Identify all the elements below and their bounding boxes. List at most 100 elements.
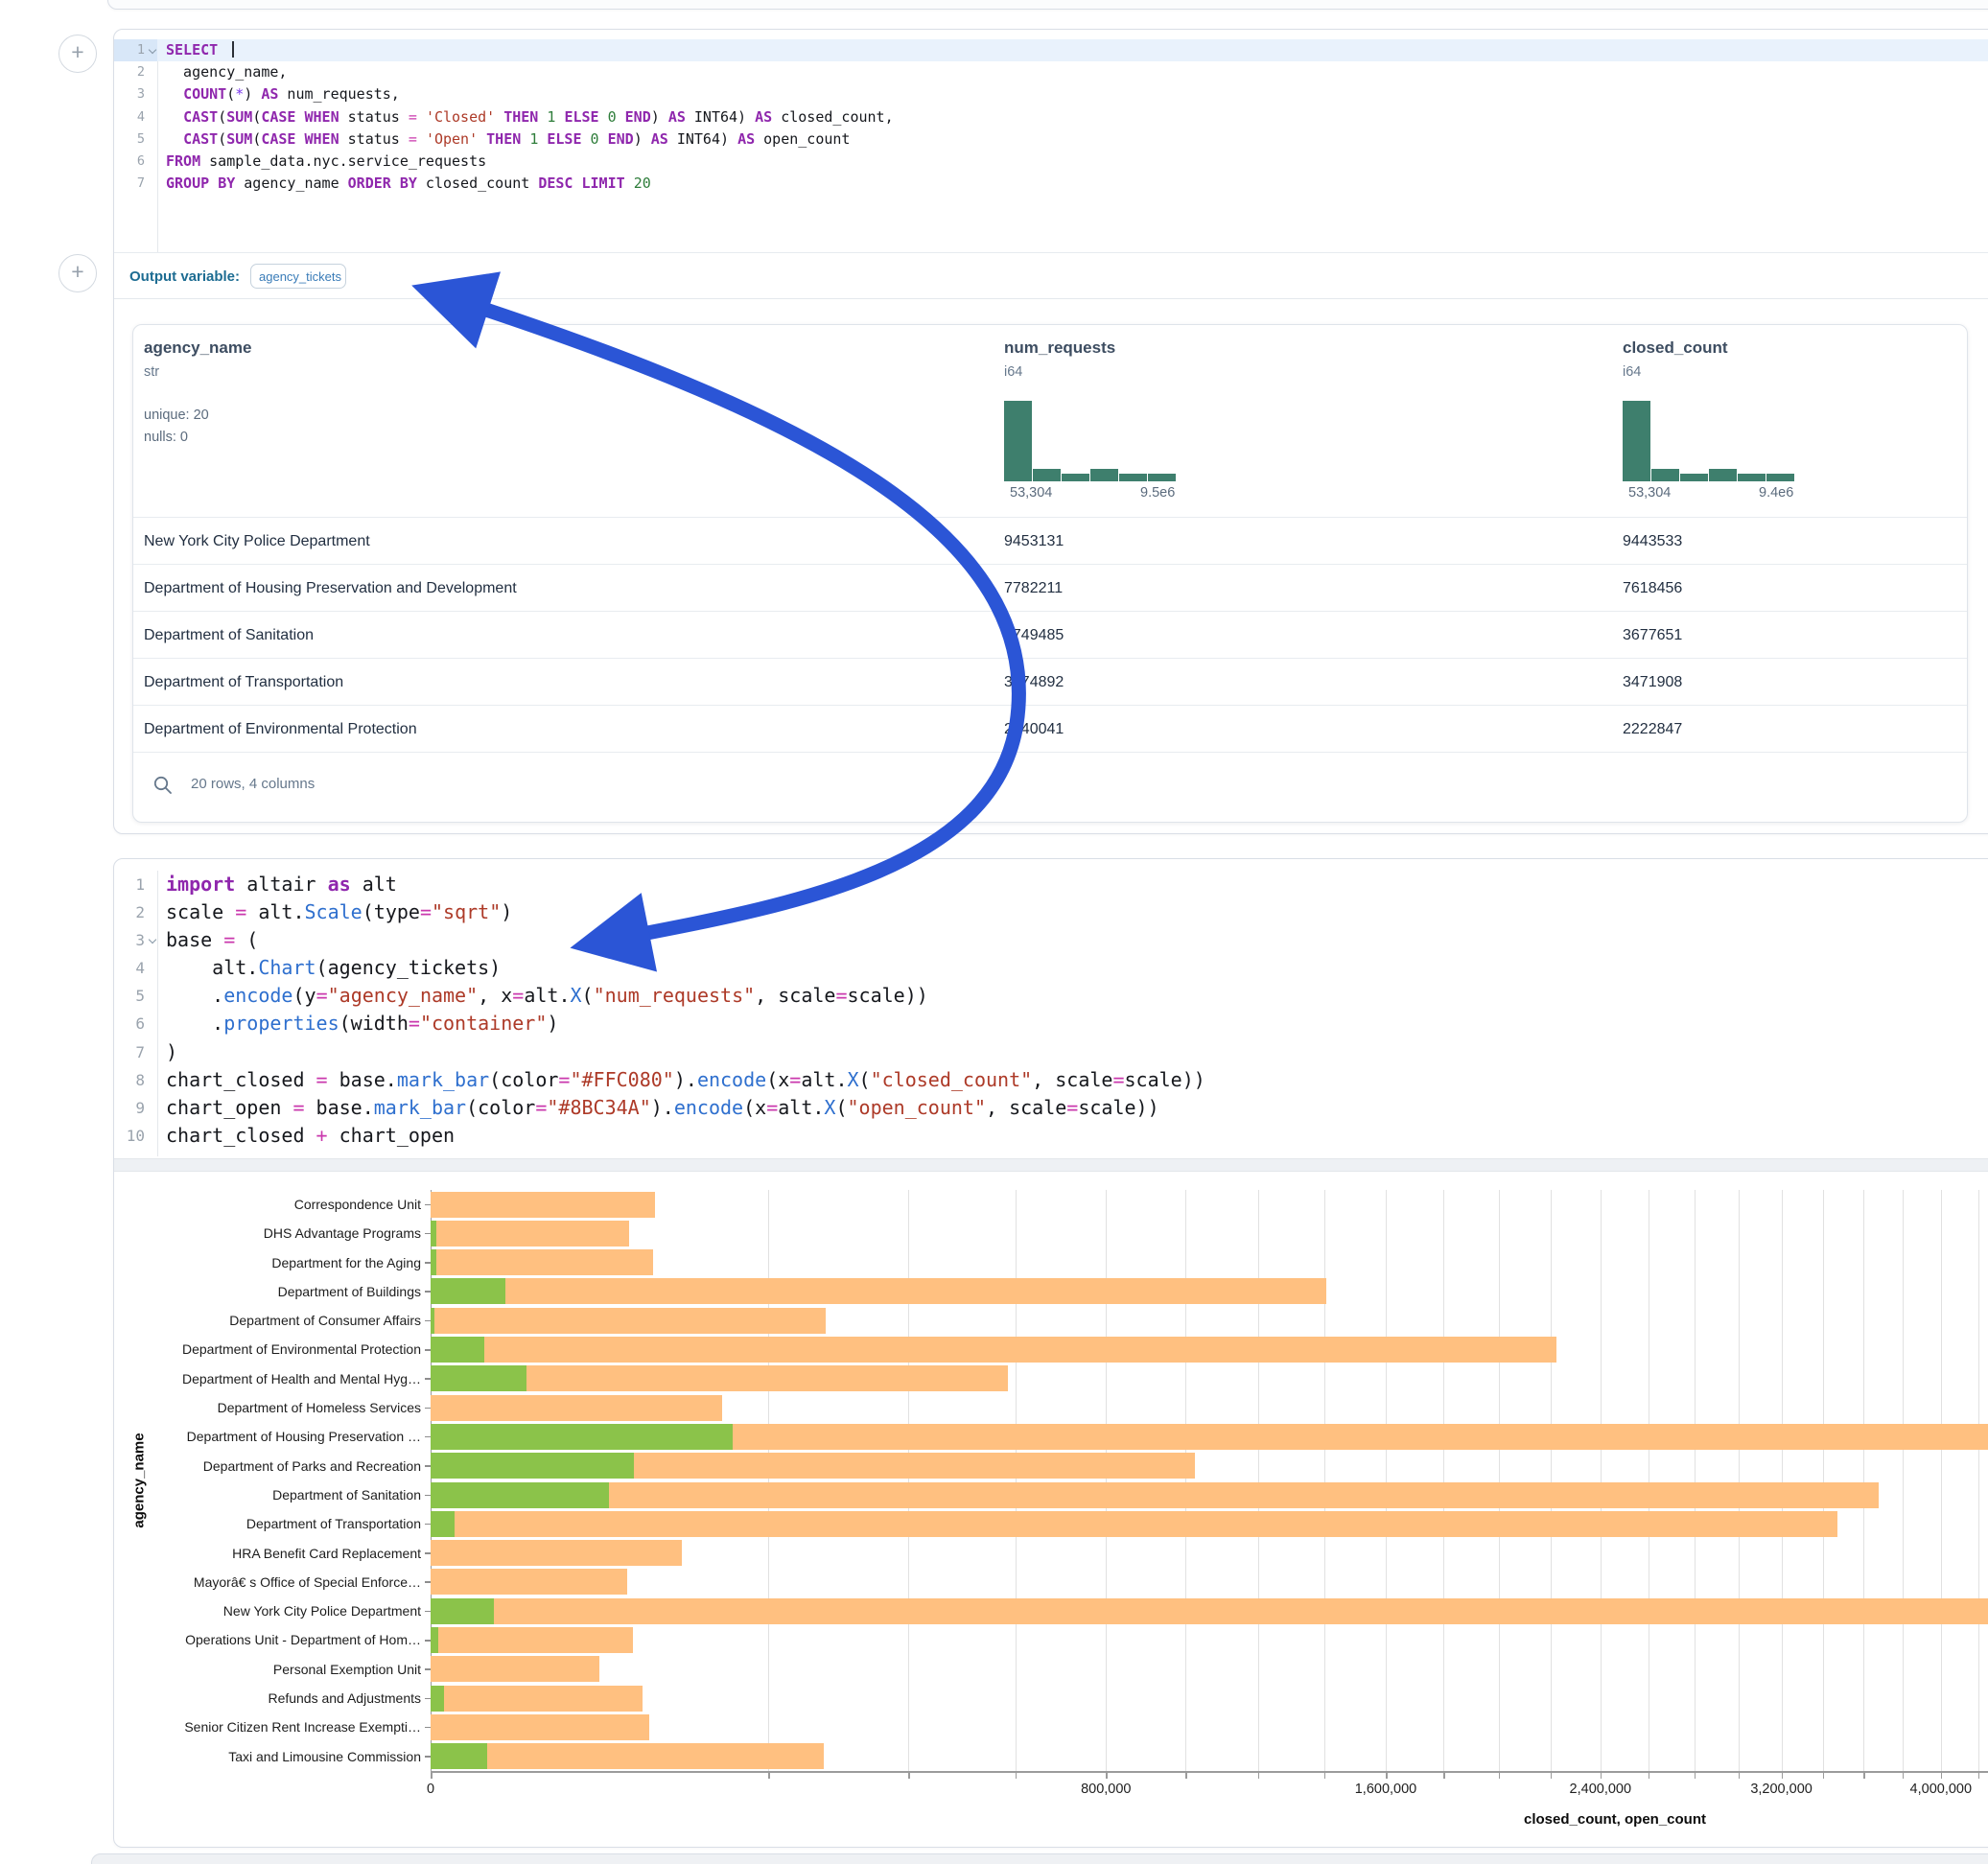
- table-cell: 9453131: [1004, 518, 1064, 565]
- code-line[interactable]: 3 COUNT(*) AS num_requests,: [114, 83, 1988, 105]
- y-axis-label: Personal Exemption Unit: [126, 1655, 421, 1684]
- table-row[interactable]: New York City Police Department945313194…: [133, 517, 1967, 565]
- chart-row: HRA Benefit Card Replacement: [126, 1539, 1988, 1568]
- closed-count-bar: [431, 1221, 629, 1247]
- line-number: 2: [114, 898, 157, 926]
- sql-cell: 1SELECT 2 agency_name,3 COUNT(*) AS num_…: [113, 29, 1988, 834]
- code-line[interactable]: 8chart_closed = base.mark_bar(color="#FF…: [114, 1066, 1988, 1094]
- code-line[interactable]: 3base = (: [114, 926, 1988, 954]
- y-axis-label: Taxi and Limousine Commission: [126, 1742, 421, 1771]
- open-count-bar: [431, 1278, 505, 1304]
- table-cell: Department of Transportation: [144, 659, 959, 706]
- closed-count-bar: [431, 1743, 824, 1769]
- line-number: 7: [114, 173, 157, 195]
- table-row[interactable]: Department of Sanitation37494853677651: [133, 611, 1967, 659]
- chart-row: Correspondence Unit: [126, 1190, 1988, 1219]
- closed-count-bar: [431, 1511, 1837, 1537]
- output-variable-chip[interactable]: agency_tickets: [250, 264, 346, 289]
- column-header[interactable]: num_requestsi6453,3049.5e6: [1004, 338, 1196, 504]
- histogram-bar: [1148, 474, 1176, 481]
- open-count-bar: [431, 1424, 733, 1450]
- closed-count-bar: [431, 1482, 1879, 1508]
- y-axis-label: Correspondence Unit: [126, 1190, 421, 1219]
- closed-count-bar: [431, 1714, 649, 1740]
- notebook-page: + + 1SELECT 2 agency_name,3 COUNT(*) AS …: [0, 0, 1988, 1864]
- closed-count-bar: [431, 1569, 627, 1595]
- add-cell-button[interactable]: +: [58, 35, 97, 73]
- chart-row: Department of Buildings: [126, 1277, 1988, 1306]
- code-line[interactable]: 4 CAST(SUM(CASE WHEN status = 'Closed' T…: [114, 106, 1988, 128]
- table-cell: Department of Housing Preservation and D…: [144, 565, 959, 612]
- table-cell: 7782211: [1004, 565, 1063, 612]
- code-line[interactable]: 6FROM sample_data.nyc.service_requests: [114, 151, 1988, 173]
- line-number: 3: [114, 926, 157, 954]
- histogram-bar: [1651, 469, 1679, 481]
- histogram-bar: [1062, 474, 1089, 481]
- column-type: str: [144, 364, 251, 380]
- chevron-down-icon[interactable]: [150, 47, 156, 54]
- x-axis-label: 2,400,000: [1570, 1782, 1632, 1797]
- x-axis-tick: [1903, 1773, 1905, 1779]
- search-icon[interactable]: [152, 775, 174, 796]
- x-axis-tick: [1863, 1773, 1865, 1779]
- closed-count-bar: [431, 1598, 1988, 1624]
- closed-count-bar: [431, 1337, 1556, 1363]
- histogram-bar: [1623, 401, 1650, 481]
- code-line[interactable]: 4 alt.Chart(agency_tickets): [114, 954, 1988, 982]
- chevron-down-icon[interactable]: [150, 937, 156, 944]
- chart-row: Operations Unit - Department of Hom…: [126, 1625, 1988, 1654]
- column-stats: unique: 20nulls: 0: [144, 405, 251, 449]
- x-axis-title: closed_count, open_count: [1524, 1811, 1706, 1828]
- python-code-editor[interactable]: 1import altair as alt2scale = alt.Scale(…: [114, 871, 1988, 1156]
- table-row[interactable]: Department of Environmental Protection 22…: [133, 705, 1967, 753]
- x-axis-tick: [1106, 1773, 1108, 1779]
- chart-row: Senior Citizen Rent Increase Exempti…: [126, 1713, 1988, 1741]
- y-axis-label: Department of Housing Preservation …: [126, 1422, 421, 1451]
- y-axis-label: New York City Police Department: [126, 1596, 421, 1625]
- histogram-bar: [1709, 469, 1737, 481]
- code-line[interactable]: 2 agency_name,: [114, 61, 1988, 83]
- text-cursor: [232, 41, 234, 58]
- x-axis-tick: [1016, 1773, 1017, 1779]
- chart-row: Taxi and Limousine Commission: [126, 1742, 1988, 1771]
- chart-row: Department of Health and Mental Hyg…: [126, 1364, 1988, 1393]
- column-histogram: [1623, 401, 1795, 481]
- closed-count-bar: [431, 1192, 655, 1218]
- table-cell: 3774892: [1004, 659, 1064, 706]
- y-axis-label: Department for the Aging: [126, 1248, 421, 1277]
- output-variable-label: Output variable:: [129, 268, 240, 285]
- histogram-max-label: 9.4e6: [1759, 485, 1793, 501]
- x-axis-tick: [1258, 1773, 1260, 1779]
- column-header[interactable]: closed_counti6453,3049.4e6: [1623, 338, 1814, 504]
- x-axis-tick: [1941, 1773, 1943, 1779]
- code-line[interactable]: 5 CAST(SUM(CASE WHEN status = 'Open' THE…: [114, 128, 1988, 151]
- table-cell: Department of Environmental Protection: [144, 706, 959, 753]
- code-line[interactable]: 7): [114, 1038, 1988, 1066]
- code-line[interactable]: 10chart_closed + chart_open: [114, 1122, 1988, 1150]
- add-cell-button[interactable]: +: [58, 254, 97, 292]
- code-line[interactable]: 9chart_open = base.mark_bar(color="#8BC3…: [114, 1094, 1988, 1122]
- column-header[interactable]: agency_namestrunique: 20nulls: 0: [144, 338, 251, 449]
- table-row[interactable]: Department of Housing Preservation and D…: [133, 564, 1967, 612]
- x-axis-tick: [1185, 1773, 1187, 1779]
- code-line[interactable]: 6 .properties(width="container"): [114, 1010, 1988, 1037]
- y-axis-label: DHS Advantage Programs: [126, 1219, 421, 1247]
- code-line[interactable]: 2scale = alt.Scale(type="sqrt"): [114, 898, 1988, 926]
- code-line[interactable]: 5 .encode(y="agency_name", x=alt.X("num_…: [114, 982, 1988, 1010]
- line-number: 1: [114, 871, 157, 898]
- chart-row: Department of Transportation: [126, 1509, 1988, 1538]
- table-row[interactable]: Department of Transportation377489234719…: [133, 658, 1967, 706]
- table-cell: 2240041: [1004, 706, 1064, 753]
- open-count-bar: [431, 1249, 436, 1275]
- results-table: agency_namestrunique: 20nulls: 0num_requ…: [132, 324, 1968, 823]
- code-line[interactable]: 1import altair as alt: [114, 871, 1988, 898]
- open-count-bar: [431, 1453, 634, 1479]
- x-axis-tick: [1499, 1773, 1501, 1779]
- histogram-bar: [1090, 469, 1118, 481]
- code-line[interactable]: 1SELECT: [114, 39, 1988, 61]
- column-type: i64: [1623, 364, 1814, 380]
- y-axis-label: Mayorâ€ s Office of Special Enforce…: [126, 1568, 421, 1596]
- closed-count-bar: [431, 1395, 722, 1421]
- code-line[interactable]: 7GROUP BY agency_name ORDER BY closed_co…: [114, 173, 1988, 195]
- sql-code-editor[interactable]: 1SELECT 2 agency_name,3 COUNT(*) AS num_…: [114, 39, 1988, 252]
